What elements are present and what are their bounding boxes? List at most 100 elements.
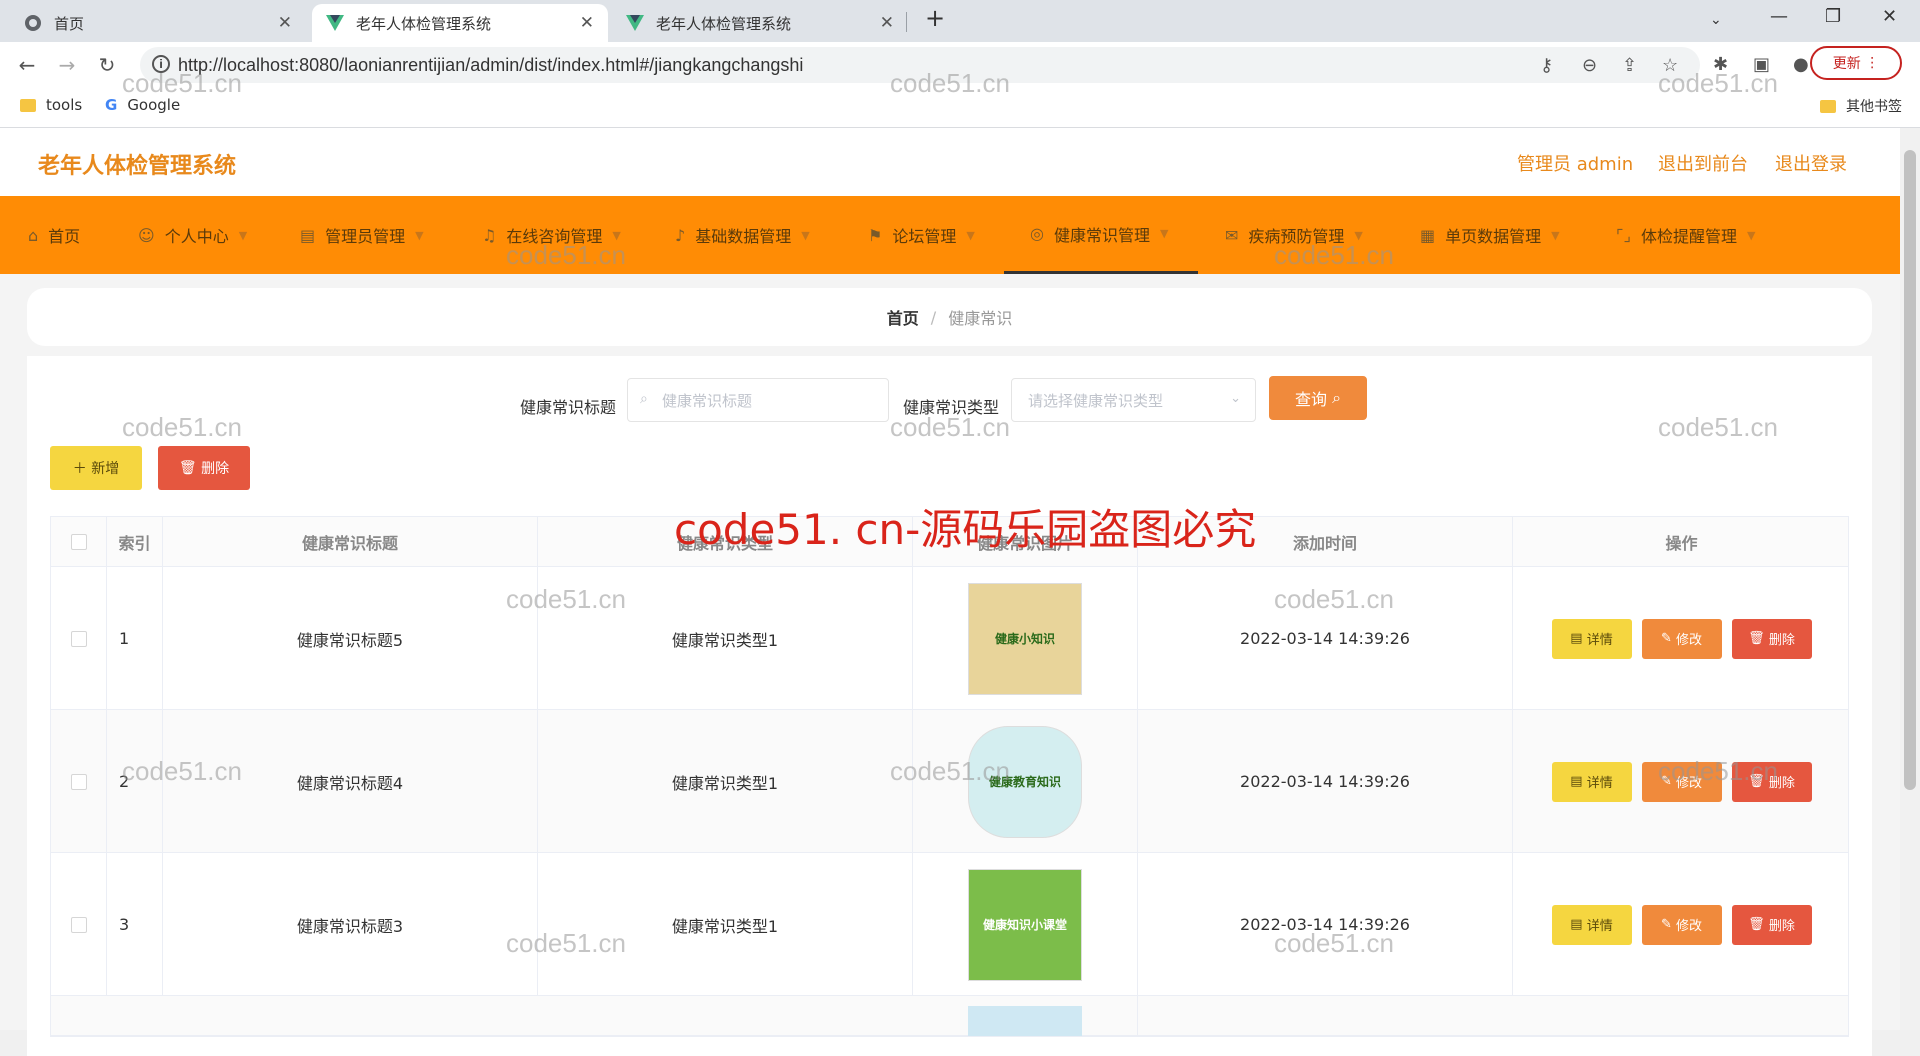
app-title: 老年人体检管理系统 [38, 154, 237, 179]
health-poster-image[interactable]: 健康教育知识 [968, 725, 1082, 838]
nav-item-pages[interactable]: ▦ 单页数据管理 ▼ [1420, 196, 1560, 274]
reload-icon[interactable]: ↻ [92, 50, 122, 80]
mail-icon: ✉ [1225, 225, 1239, 245]
chevron-down-icon: ▼ [1551, 228, 1560, 242]
detail-label: 详情 [1586, 633, 1613, 648]
nav-item-health[interactable]: ◎ 健康常识管理 ▼ [1004, 196, 1198, 274]
url-text: http://localhost:8080/laonianrentijian/a… [178, 54, 804, 75]
chevron-down-icon: ▼ [612, 228, 621, 242]
table-header: 索引 健康常识标题 健康常识类型 健康常识图片 添加时间 操作 [51, 517, 1848, 567]
folder-icon [1820, 99, 1836, 113]
other-bookmarks[interactable]: 其他书签 [1820, 96, 1902, 116]
nav-item-home[interactable]: ⌂ 首页 [28, 196, 80, 274]
row-checkbox[interactable] [70, 773, 87, 790]
nav-item-remind[interactable]: ⌜⌟ 体检提醒管理 ▼ [1616, 196, 1755, 274]
nav-item-personal[interactable]: ☺ 个人中心 ▼ [138, 196, 247, 274]
restore-icon[interactable]: ❐ [1825, 6, 1841, 27]
detail-button[interactable]: ▤ 详情 [1551, 618, 1632, 659]
query-button[interactable]: 查询 ⌕ [1269, 376, 1367, 420]
health-poster-image[interactable]: 健康知识小课堂 [968, 868, 1082, 981]
forward-arrow-icon[interactable]: → [52, 50, 82, 80]
detail-button[interactable]: ▤ 详情 [1551, 904, 1632, 945]
detail-button[interactable]: ▤ 详情 [1551, 761, 1632, 802]
user-icon: ☺ [138, 225, 155, 245]
exit-front-link[interactable]: 退出到前台 [1658, 150, 1748, 176]
vue-logo-icon [626, 14, 644, 32]
detail-label: 详情 [1586, 919, 1613, 934]
table-row: 2 健康常识标题4 健康常识类型1 健康教育知识 2022-03-14 14:3… [51, 710, 1848, 853]
row-ops: ▤ 详情 ✎ 修改 🗑 删除 [1513, 710, 1850, 853]
select-all-checkbox[interactable] [70, 534, 87, 550]
window-close-icon[interactable]: ✕ [1882, 6, 1897, 27]
row-checkbox[interactable] [70, 916, 87, 933]
url-bar[interactable]: i http://localhost:8080/laonianrentijian… [140, 47, 1700, 83]
delete-button[interactable]: 🗑 删除 [1731, 904, 1812, 945]
poster-text: 健康小知识 [994, 632, 1055, 646]
table-row-partial [51, 996, 1848, 1036]
row-title: 健康常识标题4 [163, 710, 538, 853]
extensions-icon[interactable]: ✱ [1713, 54, 1728, 75]
nav-item-consult[interactable]: ♫ 在线咨询管理 ▼ [482, 196, 621, 274]
health-poster-image[interactable]: 健康小知识 [968, 582, 1082, 695]
nav-label: 管理员管理 [325, 227, 406, 246]
side-panel-icon[interactable]: ▣ [1753, 54, 1770, 75]
type-select[interactable]: 请选择健康常识类型 ⌄ [1011, 378, 1256, 422]
profile-icon[interactable]: ● [1793, 54, 1809, 75]
add-button[interactable]: ＋ 新增 [50, 446, 142, 490]
book-icon: ▤ [300, 225, 316, 245]
back-arrow-icon[interactable]: ← [12, 50, 42, 80]
breadcrumb-separator: / [930, 307, 937, 327]
key-icon[interactable]: ⚷ [1540, 55, 1553, 76]
logout-link[interactable]: 退出登录 [1775, 150, 1847, 176]
google-icon: G [105, 96, 118, 114]
nav-item-admins[interactable]: ▤ 管理员管理 ▼ [300, 196, 424, 274]
info-icon[interactable]: i [152, 55, 170, 73]
health-poster-image[interactable] [968, 1006, 1082, 1036]
vue-logo-icon [326, 14, 344, 32]
bookmark-google[interactable]: G Google [105, 96, 180, 114]
nav-item-forum[interactable]: ⚑ 论坛管理 ▼ [868, 196, 975, 274]
new-tab-icon[interactable]: + [925, 4, 945, 32]
page-scrollbar[interactable] [1900, 128, 1920, 1030]
breadcrumb-home[interactable]: 首页 [887, 305, 919, 329]
row-checkbox[interactable] [70, 630, 87, 647]
folder-icon [20, 98, 36, 112]
row-index: 1 [107, 567, 163, 710]
minimize-icon[interactable]: — [1770, 6, 1788, 27]
delete-button[interactable]: 🗑 删除 [1731, 761, 1812, 802]
chevron-down-icon[interactable]: ⌄ [1710, 12, 1722, 28]
title-search-input[interactable]: ⌕ 健康常识标题 [627, 378, 889, 422]
row-select-cell [51, 710, 107, 853]
batch-delete-button[interactable]: 🗑 删除 [158, 446, 250, 490]
close-icon[interactable]: ✕ [880, 13, 894, 33]
nav-label: 在线咨询管理 [506, 227, 603, 246]
bookmark-tools[interactable]: tools [20, 96, 82, 114]
zoom-icon[interactable]: ⊖ [1582, 55, 1597, 76]
row-image-cell: 健康教育知识 [913, 710, 1138, 853]
close-icon[interactable]: ✕ [278, 13, 292, 33]
row-title: 健康常识标题5 [163, 567, 538, 710]
update-label: 更新 [1832, 56, 1861, 72]
row-ops: ▤ 详情 ✎ 修改 🗑 删除 [1513, 853, 1850, 996]
title-search-placeholder: 健康常识标题 [662, 391, 753, 410]
browser-tab-home[interactable]: 首页 ✕ [10, 4, 306, 42]
edit-button[interactable]: ✎ 修改 [1641, 761, 1722, 802]
chevron-down-icon: ▼ [801, 228, 810, 242]
star-icon[interactable]: ☆ [1662, 55, 1678, 76]
nav-label: 体检提醒管理 [1641, 227, 1738, 246]
browser-tab-third[interactable]: 老年人体检管理系统 ✕ [612, 4, 908, 42]
nav-item-prevent[interactable]: ✉ 疾病预防管理 ▼ [1225, 196, 1363, 274]
main-nav: ⌂ 首页 ☺ 个人中心 ▼ ▤ 管理员管理 ▼ ♫ 在线咨询管理 ▼ ♪ 基础数据管理 ▼ ⚑ 论坛… [0, 196, 1900, 274]
edit-button[interactable]: ✎ 修改 [1641, 618, 1722, 659]
trash-icon: 🗑 [178, 460, 197, 476]
nav-item-basedata[interactable]: ♪ 基础数据管理 ▼ [675, 196, 810, 274]
scrollbar-thumb[interactable] [1904, 150, 1916, 790]
edit-button[interactable]: ✎ 修改 [1641, 904, 1722, 945]
chevron-down-icon: ▼ [1159, 227, 1169, 240]
close-icon[interactable]: ✕ [580, 13, 594, 33]
browser-tab-active[interactable]: 老年人体检管理系统 ✕ [312, 4, 608, 42]
share-icon[interactable]: ⇪ [1622, 55, 1637, 76]
update-button[interactable]: 更新 ⋮ [1810, 46, 1902, 80]
plus-icon: ＋ [72, 461, 87, 477]
delete-button[interactable]: 🗑 删除 [1731, 618, 1812, 659]
